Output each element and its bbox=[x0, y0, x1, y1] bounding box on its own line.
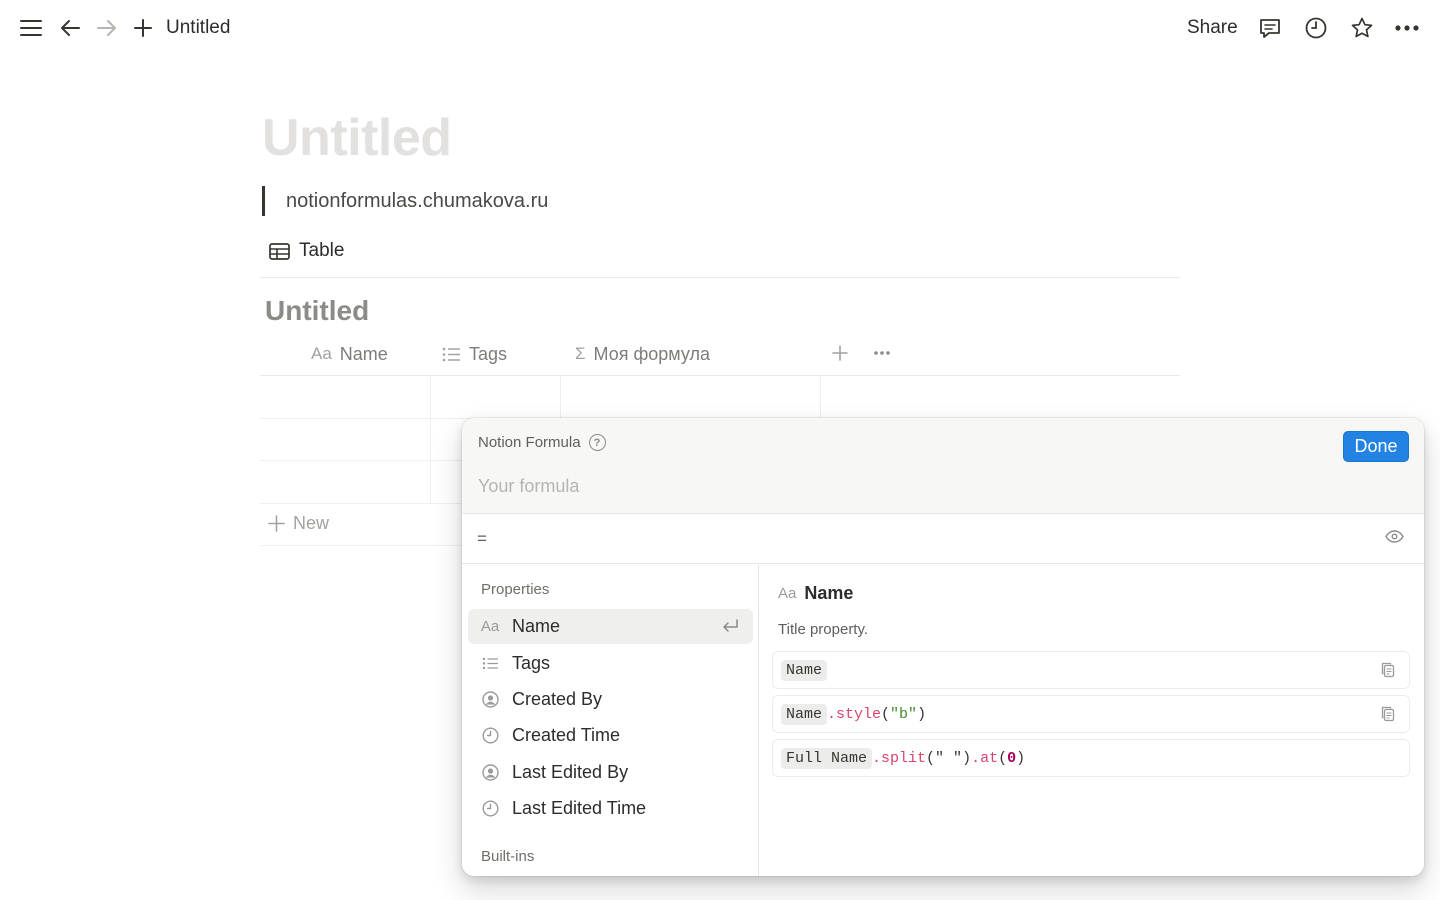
sigma-icon: Σ bbox=[575, 344, 586, 363]
detail-description: Title property. bbox=[778, 621, 869, 638]
list-icon bbox=[442, 347, 461, 362]
method-token: .at bbox=[971, 749, 999, 767]
clock-icon bbox=[468, 800, 512, 817]
property-label: Tags bbox=[512, 653, 551, 673]
method-token: .style bbox=[827, 705, 882, 723]
text-property-icon: Aa bbox=[778, 585, 797, 602]
column-divider bbox=[430, 376, 431, 503]
new-row-label: New bbox=[293, 513, 330, 533]
method-token: .split bbox=[872, 749, 927, 767]
property-label: Last Edited By bbox=[512, 762, 629, 782]
view-divider bbox=[260, 277, 1180, 278]
more-horizontal-icon[interactable] bbox=[1393, 14, 1421, 42]
breadcrumb-title[interactable]: Untitled bbox=[166, 17, 230, 39]
result-prefix: = bbox=[477, 529, 487, 548]
text-property-icon: Aa bbox=[480, 618, 500, 635]
database-title[interactable]: Untitled bbox=[265, 295, 369, 327]
more-columns-icon[interactable] bbox=[873, 339, 891, 362]
page-title[interactable]: Untitled bbox=[262, 108, 452, 168]
table-header-divider bbox=[260, 375, 1180, 376]
paren-token: ( bbox=[926, 749, 936, 767]
forward-arrow-icon[interactable] bbox=[93, 14, 121, 42]
quote-block[interactable]: notionformulas.chumakova.ru bbox=[262, 186, 548, 216]
property-chip: Name bbox=[781, 659, 828, 681]
history-clock-icon[interactable] bbox=[1302, 14, 1330, 42]
number-token: 0 bbox=[1007, 749, 1017, 767]
formula-example[interactable]: Full Name .split ( " " ) .at ( 0 ) bbox=[772, 739, 1410, 777]
properties-panel: Properties Aa Name Tags Created By Creat… bbox=[462, 565, 759, 876]
formula-result-bar: = bbox=[462, 514, 1424, 564]
copy-icon[interactable] bbox=[1381, 662, 1395, 683]
property-detail-panel: Aa Name Title property. Name Name .style… bbox=[760, 565, 1424, 876]
paren-token: ) bbox=[917, 705, 927, 723]
formula-input[interactable] bbox=[478, 476, 1338, 497]
property-item-last-edited-by[interactable]: Last Edited By bbox=[468, 755, 753, 790]
detail-property-name: Name bbox=[804, 583, 854, 603]
formula-example[interactable]: Name .style ( "b" ) bbox=[772, 695, 1410, 733]
column-header-name[interactable]: Aa Name bbox=[311, 341, 388, 367]
property-label: Last Edited Time bbox=[512, 798, 647, 818]
text-property-icon: Aa bbox=[311, 344, 332, 363]
top-bar: Untitled Share bbox=[0, 0, 1440, 56]
formula-editor-title: Notion Formula bbox=[478, 434, 581, 451]
detail-title: Aa Name bbox=[778, 583, 853, 604]
view-tab-table[interactable]: Table bbox=[269, 240, 344, 262]
comment-icon[interactable] bbox=[1256, 14, 1284, 42]
property-chip: Full Name bbox=[781, 747, 873, 769]
table-icon bbox=[269, 242, 290, 260]
property-item-last-edited-time[interactable]: Last Edited Time bbox=[468, 791, 753, 826]
menu-icon[interactable] bbox=[17, 14, 45, 42]
add-column-button[interactable] bbox=[832, 341, 848, 367]
column-header-tags[interactable]: Tags bbox=[442, 341, 507, 367]
plus-icon[interactable] bbox=[129, 14, 157, 42]
eye-icon[interactable] bbox=[1385, 530, 1404, 548]
property-item-created-time[interactable]: Created Time bbox=[468, 718, 753, 753]
property-label: Name bbox=[512, 616, 561, 636]
string-token: " " bbox=[935, 749, 963, 767]
column-divider bbox=[820, 376, 821, 418]
property-item-tags[interactable]: Tags bbox=[468, 646, 753, 681]
property-label: Created By bbox=[512, 689, 603, 709]
help-icon[interactable]: ? bbox=[588, 434, 606, 451]
property-item-created-by[interactable]: Created By bbox=[468, 682, 753, 717]
formula-editor-modal: Notion Formula ? Done = Properties Aa Na… bbox=[462, 418, 1424, 876]
new-row-button[interactable]: New bbox=[268, 513, 329, 534]
column-header-formula[interactable]: Σ Моя формула bbox=[575, 341, 710, 367]
view-tab-label: Table bbox=[299, 240, 345, 261]
formula-example[interactable]: Name bbox=[772, 651, 1410, 689]
share-button[interactable]: Share bbox=[1187, 17, 1238, 39]
paren-token: ( bbox=[998, 749, 1008, 767]
formula-editor-label: Notion Formula ? bbox=[478, 434, 606, 451]
builtins-section-label: Built-ins bbox=[481, 848, 535, 865]
person-circle-icon bbox=[468, 764, 512, 781]
column-label: Name bbox=[339, 343, 388, 364]
back-arrow-icon[interactable] bbox=[56, 14, 84, 42]
paren-token: ) bbox=[1016, 749, 1026, 767]
copy-icon[interactable] bbox=[1381, 706, 1395, 727]
star-icon[interactable] bbox=[1348, 14, 1376, 42]
paren-token: ( bbox=[881, 705, 891, 723]
property-label: Created Time bbox=[512, 725, 621, 745]
clock-icon bbox=[468, 727, 512, 744]
string-token: "b" bbox=[890, 705, 918, 723]
property-chip: Name bbox=[781, 703, 828, 725]
formula-editor-header: Notion Formula ? Done bbox=[462, 418, 1424, 514]
properties-section-label: Properties bbox=[481, 581, 550, 598]
enter-key-icon bbox=[721, 618, 739, 639]
person-circle-icon bbox=[468, 691, 512, 708]
column-label: Моя формула bbox=[593, 343, 710, 364]
plus-icon bbox=[268, 515, 285, 532]
column-label: Tags bbox=[469, 343, 508, 364]
done-button[interactable]: Done bbox=[1343, 431, 1409, 462]
paren-token: ) bbox=[962, 749, 972, 767]
property-item-name[interactable]: Aa Name bbox=[468, 609, 753, 644]
list-icon bbox=[468, 657, 512, 670]
